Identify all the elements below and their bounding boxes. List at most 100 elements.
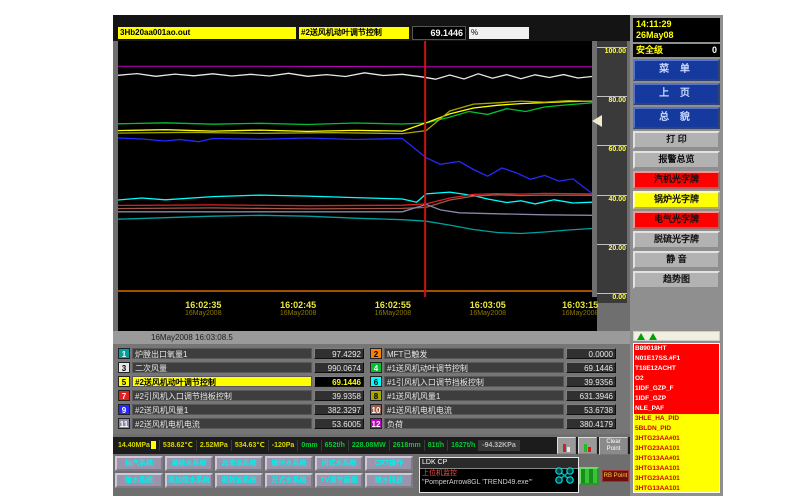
legend-left-column: 1炉膛出口氧量197.42923二次风量990.06745#2送风机动叶调节控制… xyxy=(118,347,364,432)
legend-row-11[interactable]: 11#2送风机电机电流53.6005 xyxy=(118,417,364,430)
network-icon[interactable] xyxy=(554,466,576,486)
toolbar-button-开式水系统[interactable]: 开式水系统 xyxy=(265,473,313,488)
legend-row-5[interactable]: 5#2送风机动叶调节控制69.1446 xyxy=(118,375,364,388)
print-button[interactable]: 打 印 xyxy=(633,131,720,149)
rb-point-button[interactable]: RB Point xyxy=(602,470,629,482)
alarm-tag-yellow[interactable]: 3HTG23AA#01 xyxy=(634,434,719,444)
legend-value-4: 69.1446 xyxy=(566,362,616,373)
cursor-timestamp: 16May2008 16:03:08.5 xyxy=(151,333,233,342)
alarm-tag-red[interactable]: 1IDF_GZP xyxy=(634,394,719,404)
trend-title-row: 3Hb20aa001ao.out #2送风机动叶调节控制 69.1446 % xyxy=(113,25,630,41)
panel-select-button[interactable] xyxy=(579,467,599,485)
trend-tool-button-1[interactable] xyxy=(557,437,576,454)
toolbar-button-TV调节画面[interactable]: TV调节画面 xyxy=(315,473,363,488)
toolbar-button-循环水系统[interactable]: 循环水系统 xyxy=(265,456,313,471)
status-item-12: -94.32KPa xyxy=(479,440,519,451)
legend-right-column: 2MFT已触发0.00004#1送风机动叶调节控制69.14466#1引风机入口… xyxy=(370,347,616,432)
clear-point-button[interactable]: Clear Point xyxy=(599,437,628,455)
legend-value-5: 69.1446 xyxy=(314,376,364,387)
status-item-2: 538.62℃ xyxy=(160,440,197,451)
legend-row-7[interactable]: 7#2引风机入口调节挡板控制39.9358 xyxy=(118,389,364,402)
toolbar-button-润滑油系统[interactable]: 润滑油系统 xyxy=(215,456,263,471)
sidebar: 14:11:29 26May08 安全级 0 菜 单上 页总 貌 打 印 报警总… xyxy=(630,15,723,496)
legend-row-8[interactable]: 8#1送风机风量1631.3946 xyxy=(370,389,616,402)
status-item-text: 534.63℃ xyxy=(235,442,265,449)
nav-button-总貌[interactable]: 总 貌 xyxy=(633,107,720,129)
toolbar-button-CRT操作[interactable]: CRT操作 xyxy=(365,456,413,471)
status-item-text: 652t/h xyxy=(325,442,345,449)
bottom-icons: RB Point xyxy=(554,457,629,495)
red-bar-icon xyxy=(588,447,591,452)
safety-label: 安全级 xyxy=(636,44,663,57)
alarm-tag-red[interactable]: 1IDF_GZP_F xyxy=(634,384,719,394)
trend-plot[interactable] xyxy=(118,41,592,297)
toolbar-button-高加疏水系统[interactable]: 高加疏水系统 xyxy=(165,473,213,488)
legend-color-swatch-8: 8 xyxy=(370,390,382,401)
toolbar-button-闭式水系统[interactable]: 闭式水系统 xyxy=(315,456,363,471)
legend-color-swatch-9: 9 xyxy=(118,404,130,415)
alarm-tag-red[interactable]: B89018HT xyxy=(634,344,719,354)
alarm-tag-red[interactable]: N01E17SS.#F1 xyxy=(634,354,719,364)
legend-color-swatch-3: 3 xyxy=(118,362,130,373)
alarm-tag-yellow[interactable]: 3HTG13AA101 xyxy=(634,464,719,474)
toolbar-button-密封油系统[interactable]: 密封油系统 xyxy=(215,473,263,488)
legend-row-12[interactable]: 12负荷380.4179 xyxy=(370,417,616,430)
alarm-tag-yellow[interactable]: 3HLE_HA_PID xyxy=(634,414,719,424)
status-item-7: 652t/h xyxy=(322,440,349,451)
trend-tag-field[interactable]: 3Hb20aa001ao.out xyxy=(118,27,296,39)
trend-chart-zone: 100.0080.0060.0040.0020.000.00 xyxy=(113,41,630,297)
annunciator-脱硫光字牌[interactable]: 脱硫光字牌 xyxy=(633,231,720,249)
toolbar-button-凝结水系统[interactable]: 凝结水系统 xyxy=(165,456,213,471)
pager-up-icon[interactable] xyxy=(637,333,645,340)
alarm-tag-yellow[interactable]: 3HTG23AA101 xyxy=(634,474,719,484)
status-item-10: 81t/h xyxy=(425,440,448,451)
legend-row-3[interactable]: 3二次风量990.0674 xyxy=(118,361,364,374)
legend-row-9[interactable]: 9#2送风机风量1382.3297 xyxy=(118,403,364,416)
toolbar-button-给水系统[interactable]: 给水系统 xyxy=(115,473,163,488)
legend-value-8: 631.3946 xyxy=(566,390,616,401)
toolbar-button-疏水排放[interactable]: 疏水排放 xyxy=(365,473,413,488)
alarm-tag-yellow[interactable]: 3HTG13AA#01 xyxy=(634,454,719,464)
nav-button-菜单[interactable]: 菜 单 xyxy=(633,59,720,81)
annunciator-锅炉光字牌[interactable]: 锅炉光字牌 xyxy=(633,191,720,209)
legend-label-1: 炉膛出口氧量1 xyxy=(132,348,312,359)
legend-color-swatch-1: 1 xyxy=(118,348,130,359)
annunciator-电气光字牌[interactable]: 电气光字牌 xyxy=(633,211,720,229)
toolbar-button-抽汽系统[interactable]: 抽汽系统 xyxy=(115,456,163,471)
status-item-text: 2.52MPa xyxy=(200,442,228,449)
status-item-text: -120Pa xyxy=(272,442,295,449)
y-tick-label: 80.00 xyxy=(608,97,626,104)
trend-curve-4 xyxy=(118,103,592,125)
legend-color-swatch-4: 4 xyxy=(370,362,382,373)
alarm-tag-red[interactable]: T18E12ACHT xyxy=(634,364,719,374)
alarm-tag-yellow[interactable]: 5BLDN_PID xyxy=(634,424,719,434)
alarm-summary-button[interactable]: 报警总览 xyxy=(633,151,720,169)
legend-row-2[interactable]: 2MFT已触发0.0000 xyxy=(370,347,616,360)
status-item-text: 14.40MPa xyxy=(118,442,150,449)
pager-down-icon[interactable] xyxy=(649,333,657,340)
trend-page-button[interactable]: 趋势图 xyxy=(633,271,720,289)
legend-row-6[interactable]: 6#1引风机入口调节挡板控制39.9356 xyxy=(370,375,616,388)
legend-label-7: #2引风机入口调节挡板控制 xyxy=(132,390,312,401)
alarm-tag-yellow[interactable]: 3HTG13AA101 xyxy=(634,484,719,493)
trend-curve-1 xyxy=(118,215,592,233)
x-tick: 16:02:4516May2008 xyxy=(280,300,317,317)
alarm-tag-red[interactable]: O2 xyxy=(634,374,719,384)
alarm-tag-yellow[interactable]: 3HTG23AA101 xyxy=(634,444,719,454)
dcs-trend-window: 3Hb20aa001ao.out #2送风机动叶调节控制 69.1446 % 1… xyxy=(113,15,723,496)
legend-row-10[interactable]: 10#1送风机电机电流53.6738 xyxy=(370,403,616,416)
legend-label-3: 二次风量 xyxy=(132,362,312,373)
annunciator-汽机光字牌[interactable]: 汽机光字牌 xyxy=(633,171,720,189)
mute-button[interactable]: 静 音 xyxy=(633,251,720,269)
x-tick-date: 16May2008 xyxy=(185,310,222,317)
alarm-tag-red[interactable]: NLE_PAF xyxy=(634,404,719,414)
trend-tool-button-2[interactable] xyxy=(578,437,597,454)
legend-label-10: #1送风机电机电流 xyxy=(384,404,564,415)
legend-row-1[interactable]: 1炉膛出口氧量197.4292 xyxy=(118,347,364,360)
status-item-text: 0mm xyxy=(301,442,317,449)
trend-description-field[interactable]: #2送风机动叶调节控制 xyxy=(299,27,409,39)
scale-pointer-icon[interactable] xyxy=(592,115,602,127)
nav-button-上页[interactable]: 上 页 xyxy=(633,83,720,105)
legend-row-4[interactable]: 4#1送风机动叶调节控制69.1446 xyxy=(370,361,616,374)
top-strip xyxy=(113,15,630,25)
